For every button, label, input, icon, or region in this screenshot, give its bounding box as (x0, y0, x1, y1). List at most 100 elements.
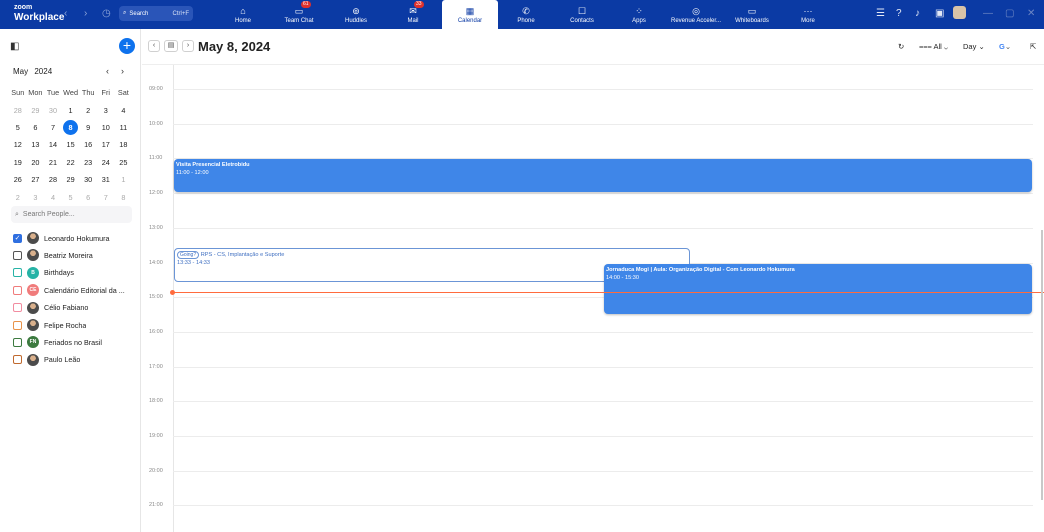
tab-revenue-accelerator[interactable]: ◎ Revenue Acceler... (664, 0, 728, 29)
search-people-input[interactable]: ⌕ Search People... (11, 206, 132, 223)
event-block[interactable]: Jornaduca Mogi | Aula: Organização Digit… (604, 264, 1032, 314)
maximize-icon[interactable]: ▢ (1005, 8, 1014, 19)
day-cell[interactable]: 28 (44, 173, 62, 186)
day-cell[interactable]: 9 (79, 121, 97, 134)
sidebar-toggle-icon[interactable]: ◧ (10, 41, 19, 52)
calendar-checkbox[interactable] (13, 337, 22, 347)
day-cell[interactable]: 13 (27, 138, 45, 151)
window-icon[interactable]: ▣ (935, 8, 944, 19)
prev-day-icon[interactable]: ‹ (148, 40, 160, 52)
day-cell[interactable]: 3 (27, 191, 45, 204)
day-cell[interactable]: 15 (62, 138, 80, 151)
calendar-checkbox[interactable] (13, 250, 22, 260)
help-icon[interactable]: ? (896, 8, 902, 19)
next-month-icon[interactable]: › (121, 66, 124, 76)
day-cell[interactable]: 10 (97, 121, 115, 134)
day-cell[interactable]: 19 (9, 156, 27, 169)
prev-month-icon[interactable]: ‹ (106, 66, 109, 76)
profile-avatar[interactable] (953, 6, 966, 19)
day-cell[interactable]: 22 (62, 156, 80, 169)
day-cell[interactable]: 7 (44, 121, 62, 134)
day-cell[interactable]: 2 (79, 104, 97, 117)
day-cell[interactable]: 5 (62, 191, 80, 204)
tab-whiteboards[interactable]: ▭ Whiteboards (724, 0, 780, 29)
global-search[interactable]: ⌕ Search Ctrl+F (119, 6, 193, 21)
filter-dropdown[interactable]: ⩶ All ⌄ (919, 42, 948, 52)
day-cell[interactable]: 7 (97, 191, 115, 204)
day-cell[interactable]: 6 (27, 121, 45, 134)
vertical-scrollbar[interactable] (1041, 230, 1043, 500)
day-cell[interactable]: 4 (44, 191, 62, 204)
bell-icon[interactable]: ♪ (915, 8, 920, 19)
back-arrow-icon[interactable]: ‹ (64, 8, 67, 19)
event-block[interactable]: Visita Presencial Eletrobidu 11:00 - 12:… (174, 159, 1032, 192)
day-cell[interactable]: 29 (27, 104, 45, 117)
day-cell[interactable]: 17 (97, 138, 115, 151)
today-button-icon[interactable]: ▤ (164, 40, 178, 52)
day-grid[interactable]: 09:00 10:00 11:00 12:00 13:00 14:00 15:00 16:00… (142, 65, 1044, 532)
day-cell[interactable]: 8 (63, 119, 79, 135)
day-cell[interactable]: 1 (115, 173, 133, 186)
day-cell[interactable]: 31 (97, 173, 115, 186)
refresh-icon[interactable]: ↻ (898, 42, 904, 51)
calendar-checkbox[interactable] (13, 355, 22, 365)
day-cell[interactable]: 4 (115, 104, 133, 117)
rsvp-badge[interactable]: Going? (177, 251, 200, 259)
day-cell[interactable]: 2 (9, 191, 27, 204)
day-cell[interactable]: 27 (27, 173, 45, 186)
day-cell[interactable]: 11 (115, 121, 133, 134)
history-icon[interactable]: ◷ (102, 8, 111, 19)
day-cell[interactable]: 30 (44, 104, 62, 117)
forward-arrow-icon[interactable]: › (84, 8, 87, 19)
day-cell[interactable]: 5 (9, 121, 27, 134)
calendar-list-item[interactable]: B Birthdays (13, 266, 138, 280)
calendar-checkbox[interactable] (13, 285, 22, 295)
day-cell[interactable]: 1 (62, 104, 80, 117)
day-cell[interactable]: 21 (44, 156, 62, 169)
tab-mail[interactable]: ✉ Mail 33 (385, 0, 441, 29)
calendar-list-item[interactable]: Célio Fabiano (13, 301, 138, 315)
day-cell[interactable]: 12 (9, 138, 27, 151)
day-cell[interactable]: 16 (79, 138, 97, 151)
add-event-button[interactable]: + (119, 38, 135, 54)
open-external-icon[interactable]: ⇱ (1030, 42, 1036, 51)
minimize-icon[interactable]: — (983, 8, 993, 19)
day-cell[interactable]: 26 (9, 173, 27, 186)
day-cell[interactable]: 20 (27, 156, 45, 169)
tab-calendar[interactable]: ▦ Calendar (442, 0, 498, 29)
calendar-checkbox[interactable] (13, 268, 22, 278)
status-icon[interactable]: ☰ (876, 8, 885, 19)
day-cell[interactable]: 14 (44, 138, 62, 151)
day-cell[interactable]: 30 (79, 173, 97, 186)
day-cell[interactable]: 8 (115, 191, 133, 204)
tab-contacts[interactable]: ☐ Contacts (554, 0, 610, 29)
calendar-checkbox[interactable] (13, 303, 22, 313)
tab-apps[interactable]: ⁘ Apps (611, 0, 667, 29)
close-icon[interactable]: ✕ (1027, 8, 1035, 19)
calendar-list-item[interactable]: Felipe Rocha (13, 318, 138, 332)
calendar-list-item[interactable]: ✓ Leonardo Hokumura (13, 231, 138, 245)
day-cell[interactable]: 28 (9, 104, 27, 117)
calendar-list-item[interactable]: Paulo Leão (13, 353, 138, 367)
calendar-checkbox[interactable] (13, 320, 22, 330)
next-day-icon[interactable]: › (182, 40, 194, 52)
calendar-list-item[interactable]: FN Feriados no Brasil (13, 335, 138, 349)
tab-phone[interactable]: ✆ Phone (498, 0, 554, 29)
tab-team-chat[interactable]: ▭ Team Chat 61 (271, 0, 327, 29)
tab-more[interactable]: ··· More (780, 0, 836, 29)
calendar-list-item[interactable]: Beatriz Moreira (13, 248, 138, 262)
day-cell[interactable]: 6 (79, 191, 97, 204)
google-calendar-icon[interactable]: G⌄ (999, 42, 1011, 51)
day-cell[interactable]: 3 (97, 104, 115, 117)
calendar-checkbox[interactable]: ✓ (13, 233, 22, 243)
day-cell[interactable]: 18 (115, 138, 133, 151)
tab-huddles[interactable]: ⊚ Huddles (328, 0, 384, 29)
day-cell[interactable]: 23 (79, 156, 97, 169)
calendar-list-item[interactable]: CE Calendário Editorial da ... (13, 283, 138, 297)
day-cell[interactable]: 29 (62, 173, 80, 186)
day-cell[interactable]: 25 (115, 156, 133, 169)
tab-home[interactable]: ⌂ Home (215, 0, 271, 29)
day-cell[interactable]: 24 (97, 156, 115, 169)
view-dropdown[interactable]: Day ⌄ (963, 42, 985, 51)
chevron-down-icon: ⌄ (943, 42, 949, 51)
